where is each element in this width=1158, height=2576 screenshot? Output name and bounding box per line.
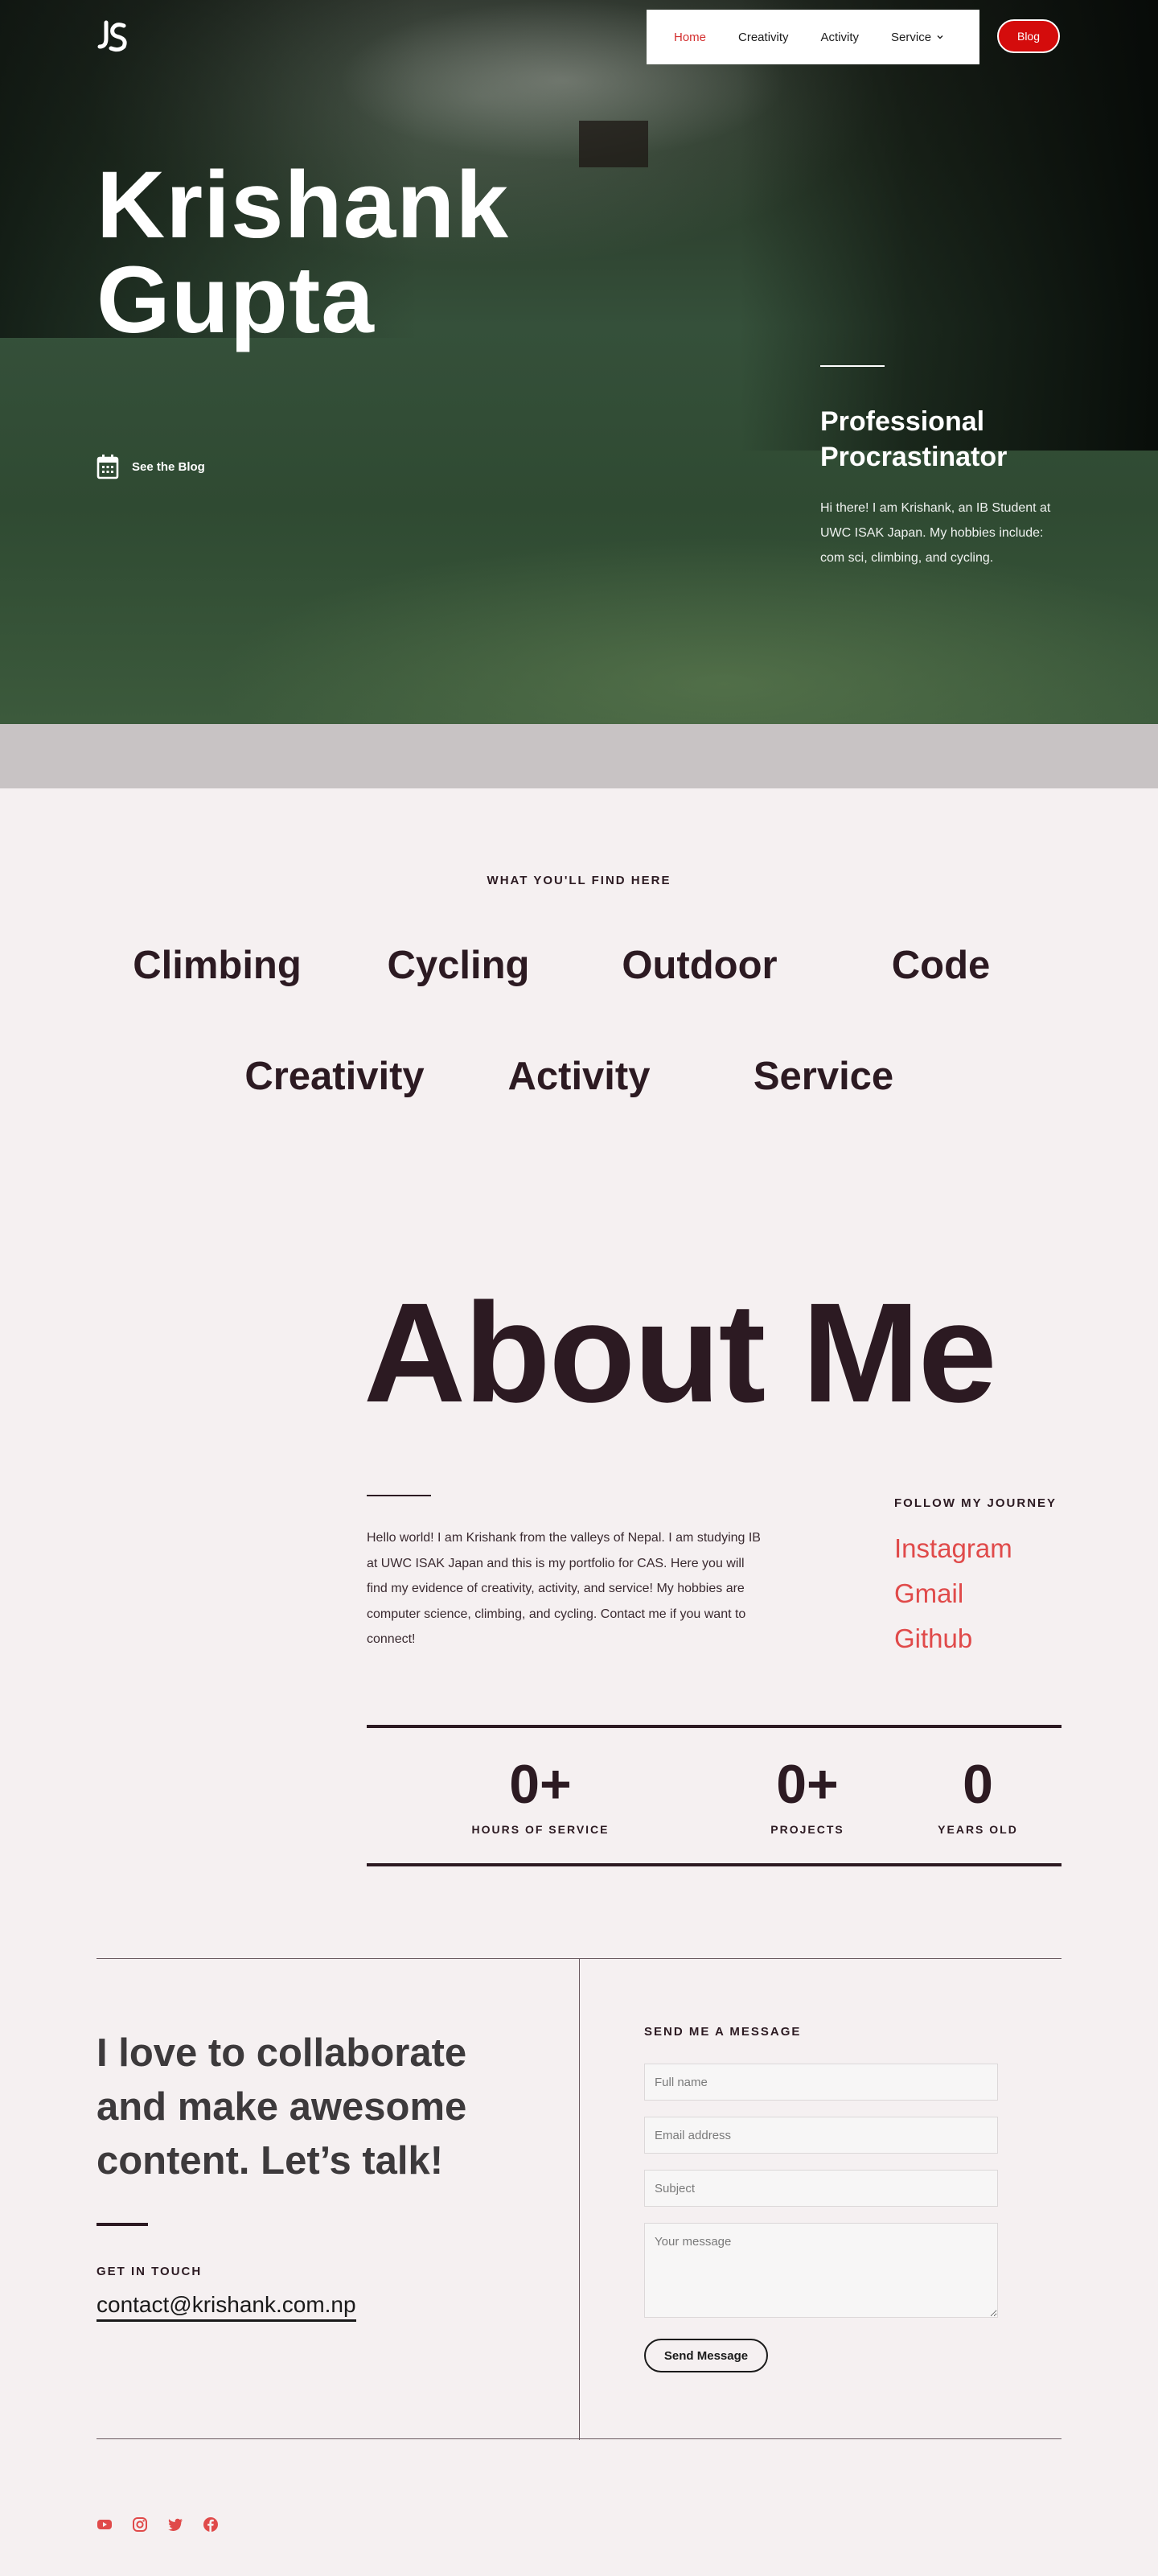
section-band	[0, 724, 1158, 788]
contact-rule	[96, 2223, 148, 2226]
stat-label: HOURS OF SERVICE	[471, 1823, 610, 1836]
chevron-down-icon	[937, 35, 943, 39]
stat-years: 0 YEARS OLD	[922, 1755, 1034, 1836]
see-blog-label: See the Blog	[132, 459, 205, 474]
see-blog-link[interactable]: See the Blog	[96, 454, 205, 479]
nav-item-label: Creativity	[738, 30, 789, 44]
hero-heading: Professional Procrastinator	[820, 404, 1062, 475]
subject-input[interactable]	[644, 2170, 998, 2207]
hero-cabin	[579, 121, 648, 167]
send-message-button[interactable]: Send Message	[644, 2339, 768, 2372]
contact-email-link[interactable]: contact@krishank.com.np	[96, 2292, 356, 2322]
topic-code[interactable]: Code	[844, 943, 1037, 988]
stat-label: YEARS OLD	[938, 1823, 1018, 1836]
facebook-icon[interactable]	[203, 2516, 219, 2533]
follow-label: FOLLOW MY JOURNEY	[894, 1496, 1057, 1510]
message-textarea[interactable]	[644, 2223, 998, 2318]
nav-item-label: Home	[674, 30, 707, 44]
full-name-input[interactable]	[644, 2064, 998, 2101]
hero-divider	[820, 365, 885, 367]
send-message-label: SEND ME A MESSAGE	[644, 2025, 802, 2039]
youtube-icon[interactable]	[96, 2516, 113, 2533]
hero-title-line: Krishank	[96, 152, 509, 258]
contact-divider	[579, 1959, 580, 2440]
topic-climbing[interactable]: Climbing	[121, 943, 314, 988]
nav-item-home[interactable]: Home	[658, 31, 722, 44]
twitter-icon[interactable]	[167, 2516, 183, 2533]
topics-label: WHAT YOU'LL FIND HERE	[487, 874, 671, 887]
calendar-icon	[96, 455, 119, 479]
gmail-link[interactable]: Gmail	[894, 1578, 963, 1609]
nav-item-label: Activity	[820, 30, 860, 44]
about-title: About Me	[363, 1274, 997, 1432]
topic-service[interactable]: Service	[703, 1054, 944, 1099]
stat-value: 0+	[776, 1754, 839, 1815]
logo-icon[interactable]	[96, 18, 132, 53]
hero-title-line: Gupta	[96, 247, 375, 353]
stat-label: PROJECTS	[770, 1823, 844, 1836]
topic-cycling[interactable]: Cycling	[362, 943, 555, 988]
contact-section: I love to collaborate and make awesome c…	[96, 1958, 1062, 2440]
topic-outdoor[interactable]: Outdoor	[603, 943, 796, 988]
get-in-touch-label: GET IN TOUCH	[96, 2265, 203, 2278]
hero-section: Home Creativity Activity Service Blog Kr…	[0, 0, 1158, 724]
hero-title: Krishank Gupta	[96, 158, 509, 348]
hero-intro-text: Hi there! I am Krishank, an IB Student a…	[820, 501, 1051, 565]
github-link[interactable]: Github	[894, 1623, 972, 1654]
email-input[interactable]	[644, 2117, 998, 2154]
stats-panel: 0+ HOURS OF SERVICE 0+ PROJECTS 0 YEARS …	[367, 1725, 1062, 1866]
hero-intro: Professional Procrastinator Hi there! I …	[820, 365, 1062, 570]
instagram-icon[interactable]	[132, 2516, 148, 2533]
blog-button[interactable]: Blog	[997, 19, 1060, 53]
nav-item-activity[interactable]: Activity	[805, 31, 876, 44]
about-text: Hello world! I am Krishank from the vall…	[367, 1531, 761, 1646]
about-divider	[367, 1495, 431, 1496]
nav-item-service[interactable]: Service	[875, 31, 960, 44]
contact-heading: I love to collaborate and make awesome c…	[96, 2031, 467, 2183]
stat-hours: 0+ HOURS OF SERVICE	[466, 1755, 614, 1836]
nav-item-creativity[interactable]: Creativity	[722, 31, 805, 44]
nav-item-label: Service	[891, 30, 932, 44]
stat-value: 0+	[509, 1754, 572, 1815]
footer-social-icons	[96, 2516, 219, 2533]
topic-creativity[interactable]: Creativity	[214, 1054, 455, 1099]
hero-heading-line: Procrastinator	[820, 442, 1008, 472]
instagram-link[interactable]: Instagram	[894, 1533, 1012, 1564]
stat-projects: 0+ PROJECTS	[751, 1755, 864, 1836]
topic-activity[interactable]: Activity	[458, 1054, 700, 1099]
stat-value: 0	[963, 1754, 993, 1815]
main-nav: Home Creativity Activity Service	[647, 10, 979, 64]
hero-heading-line: Professional	[820, 406, 985, 437]
